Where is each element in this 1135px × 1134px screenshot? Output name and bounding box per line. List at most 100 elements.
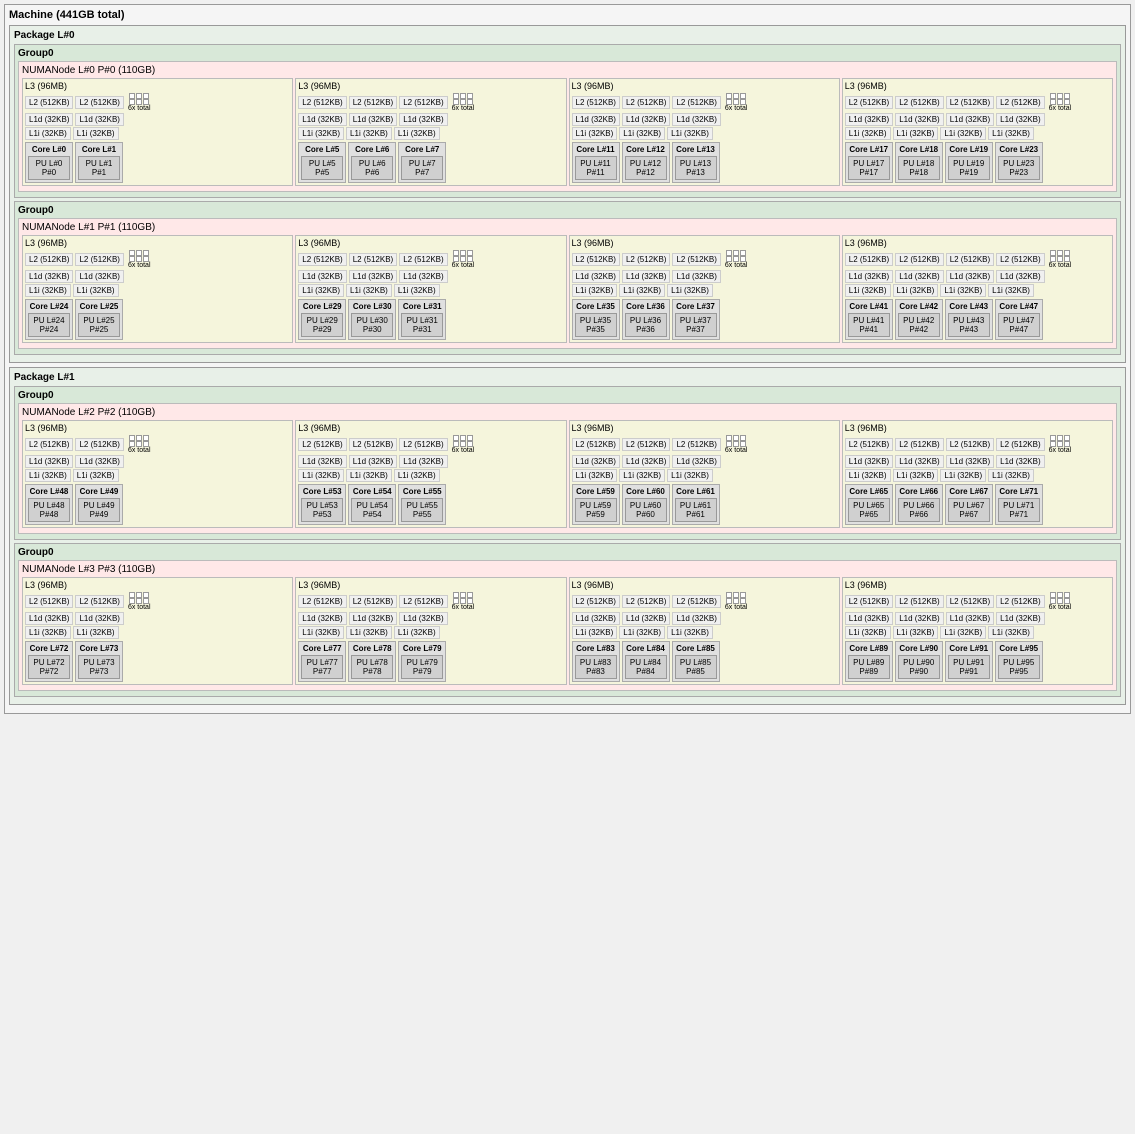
core-title: Core L#48 bbox=[28, 487, 70, 496]
l2-cache: L2 (512KB) bbox=[895, 96, 943, 109]
l1i-cache: L1i (32KB) bbox=[988, 469, 1034, 482]
pu-box: PU L#49P#49 bbox=[78, 498, 120, 522]
l2-row: L2 (512KB)L2 (512KB)L2 (512KB) 6x total bbox=[572, 250, 837, 269]
core-box: Core L#12 PU L#12P#12 bbox=[622, 142, 670, 183]
l2-cache: L2 (512KB) bbox=[75, 438, 123, 451]
l2-cache: L2 (512KB) bbox=[895, 253, 943, 266]
pu-box: PU L#71P#71 bbox=[998, 498, 1040, 522]
pu-box: PU L#66P#66 bbox=[898, 498, 940, 522]
l2-cache: L2 (512KB) bbox=[672, 96, 720, 109]
cache-dots-group: 6x total bbox=[1047, 435, 1074, 454]
l1i-cache: L1i (32KB) bbox=[394, 284, 440, 297]
core-title: Core L#30 bbox=[351, 302, 393, 311]
core-title: Core L#78 bbox=[351, 644, 393, 653]
core-title: Core L#17 bbox=[848, 145, 890, 154]
l3-title: L3 (96MB) bbox=[572, 423, 837, 433]
l2-cache: L2 (512KB) bbox=[349, 96, 397, 109]
l1i-row: L1i (32KB)L1i (32KB) bbox=[25, 127, 290, 140]
cores-row: Core L#65 PU L#65P#65 Core L#66 PU L#66P… bbox=[845, 484, 1110, 525]
core-title: Core L#25 bbox=[78, 302, 120, 311]
core-box: Core L#49 PU L#49P#49 bbox=[75, 484, 123, 525]
l2-cache: L2 (512KB) bbox=[298, 438, 346, 451]
l1d-cache: L1d (32KB) bbox=[298, 270, 346, 283]
l1i-cache: L1i (32KB) bbox=[940, 127, 986, 140]
l1d-cache: L1d (32KB) bbox=[946, 270, 994, 283]
core-box: Core L#0 PU L#0P#0 bbox=[25, 142, 73, 183]
core-title: Core L#72 bbox=[28, 644, 70, 653]
l2-cache: L2 (512KB) bbox=[845, 595, 893, 608]
core-box: Core L#24 PU L#24P#24 bbox=[25, 299, 73, 340]
numa-box: NUMANode L#0 P#0 (110GB) L3 (96MB) L2 (5… bbox=[18, 61, 1117, 192]
l3-row: L3 (96MB) L2 (512KB)L2 (512KB) 6x total … bbox=[22, 420, 1113, 528]
l1d-row: L1d (32KB)L1d (32KB) bbox=[25, 113, 290, 126]
core-box: Core L#59 PU L#59P#59 bbox=[572, 484, 620, 525]
l1i-row: L1i (32KB)L1i (32KB) bbox=[25, 284, 290, 297]
core-title: Core L#83 bbox=[575, 644, 617, 653]
l1d-row: L1d (32KB)L1d (32KB)L1d (32KB) bbox=[298, 270, 563, 283]
pu-box: PU L#31P#31 bbox=[401, 313, 443, 337]
pu-box: PU L#54P#54 bbox=[351, 498, 393, 522]
l1d-cache: L1d (32KB) bbox=[399, 270, 447, 283]
pu-box: PU L#48P#48 bbox=[28, 498, 70, 522]
l3-title: L3 (96MB) bbox=[25, 423, 290, 433]
l2-cache: L2 (512KB) bbox=[895, 595, 943, 608]
l1i-cache: L1i (32KB) bbox=[893, 127, 939, 140]
core-box: Core L#35 PU L#35P#35 bbox=[572, 299, 620, 340]
l1d-cache: L1d (32KB) bbox=[25, 113, 73, 126]
l2-row: L2 (512KB)L2 (512KB)L2 (512KB)L2 (512KB)… bbox=[845, 435, 1110, 454]
l3-section: L3 (96MB) L2 (512KB)L2 (512KB) 6x total … bbox=[22, 420, 293, 528]
l2-cache: L2 (512KB) bbox=[672, 438, 720, 451]
cores-row: Core L#0 PU L#0P#0 Core L#1 PU L#1P#1 bbox=[25, 142, 290, 183]
cache-dots-group: 6x total bbox=[126, 250, 153, 269]
l1d-cache: L1d (32KB) bbox=[25, 455, 73, 468]
core-box: Core L#54 PU L#54P#54 bbox=[348, 484, 396, 525]
core-title: Core L#59 bbox=[575, 487, 617, 496]
l1d-row: L1d (32KB)L1d (32KB)L1d (32KB) bbox=[572, 113, 837, 126]
l1d-cache: L1d (32KB) bbox=[946, 455, 994, 468]
cache-dots-group: 6x total bbox=[1047, 592, 1074, 611]
cores-row: Core L#48 PU L#48P#48 Core L#49 PU L#49P… bbox=[25, 484, 290, 525]
core-title: Core L#79 bbox=[401, 644, 443, 653]
l1i-cache: L1i (32KB) bbox=[845, 626, 891, 639]
l2-cache: L2 (512KB) bbox=[622, 438, 670, 451]
l3-row: L3 (96MB) L2 (512KB)L2 (512KB) 6x total … bbox=[22, 235, 1113, 343]
l2-row: L2 (512KB)L2 (512KB) 6x total bbox=[25, 435, 290, 454]
l1d-cache: L1d (32KB) bbox=[75, 455, 123, 468]
core-title: Core L#35 bbox=[575, 302, 617, 311]
core-title: Core L#95 bbox=[998, 644, 1040, 653]
l2-cache: L2 (512KB) bbox=[25, 438, 73, 451]
core-title: Core L#29 bbox=[301, 302, 343, 311]
l1d-row: L1d (32KB)L1d (32KB)L1d (32KB)L1d (32KB) bbox=[845, 455, 1110, 468]
l1i-cache: L1i (32KB) bbox=[73, 284, 119, 297]
l1i-cache: L1i (32KB) bbox=[346, 127, 392, 140]
l3-title: L3 (96MB) bbox=[298, 580, 563, 590]
l1i-cache: L1i (32KB) bbox=[394, 469, 440, 482]
l1i-cache: L1i (32KB) bbox=[845, 127, 891, 140]
l1d-cache: L1d (32KB) bbox=[946, 113, 994, 126]
l2-cache: L2 (512KB) bbox=[75, 595, 123, 608]
l1d-cache: L1d (32KB) bbox=[895, 270, 943, 283]
l3-title: L3 (96MB) bbox=[572, 81, 837, 91]
core-title: Core L#60 bbox=[625, 487, 667, 496]
core-title: Core L#89 bbox=[848, 644, 890, 653]
l1i-cache: L1i (32KB) bbox=[298, 284, 344, 297]
group-box: Group0 NUMANode L#0 P#0 (110GB) L3 (96MB… bbox=[14, 44, 1121, 198]
pu-box: PU L#41P#41 bbox=[848, 313, 890, 337]
l1i-cache: L1i (32KB) bbox=[845, 469, 891, 482]
l2-row: L2 (512KB)L2 (512KB)L2 (512KB) 6x total bbox=[298, 592, 563, 611]
l1d-cache: L1d (32KB) bbox=[298, 455, 346, 468]
l1d-cache: L1d (32KB) bbox=[672, 455, 720, 468]
group-title: Group0 bbox=[18, 48, 1117, 59]
l1i-cache: L1i (32KB) bbox=[346, 284, 392, 297]
core-title: Core L#67 bbox=[948, 487, 990, 496]
core-box: Core L#77 PU L#77P#77 bbox=[298, 641, 346, 682]
cache-dots-group: 6x total bbox=[450, 435, 477, 454]
core-title: Core L#61 bbox=[675, 487, 717, 496]
l1d-row: L1d (32KB)L1d (32KB)L1d (32KB) bbox=[298, 455, 563, 468]
l3-title: L3 (96MB) bbox=[845, 423, 1110, 433]
core-box: Core L#13 PU L#13P#13 bbox=[672, 142, 720, 183]
l2-cache: L2 (512KB) bbox=[996, 438, 1044, 451]
core-title: Core L#91 bbox=[948, 644, 990, 653]
pu-box: PU L#7P#7 bbox=[401, 156, 443, 180]
core-title: Core L#37 bbox=[675, 302, 717, 311]
